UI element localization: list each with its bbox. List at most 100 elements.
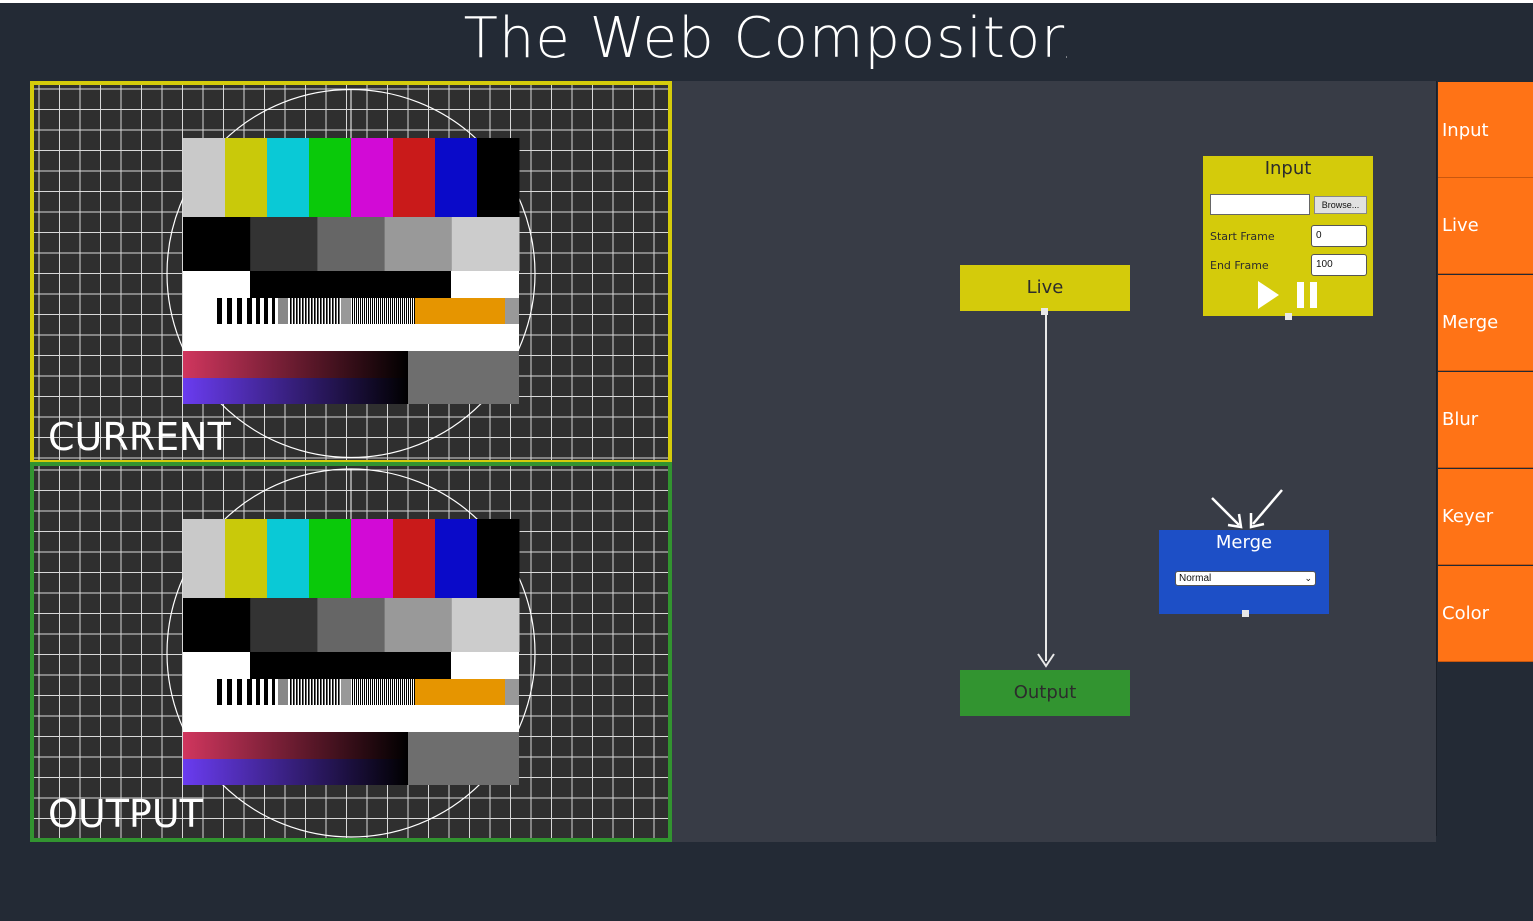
frequency-bar	[247, 679, 252, 705]
frequency-bar-finest	[378, 679, 379, 705]
color-bar	[435, 138, 478, 217]
gray-step	[384, 217, 453, 271]
frequency-bar-fine	[308, 679, 310, 705]
frequency-bar-finest	[398, 679, 399, 705]
frequency-bar-fine	[314, 298, 316, 324]
frequency-bar	[217, 679, 222, 705]
frequency-bar-finest	[360, 298, 361, 324]
sidebar-item-merge[interactable]: Merge	[1438, 275, 1533, 371]
color-bar	[183, 519, 226, 598]
sidebar-item-label: Input	[1442, 120, 1489, 141]
frequency-bar-finest	[406, 298, 407, 324]
frequency-bar	[256, 679, 260, 705]
gray-step	[451, 217, 520, 271]
frequency-bar-finest	[400, 679, 401, 705]
black-inset	[250, 652, 451, 679]
frequency-bar	[237, 679, 242, 705]
frequency-bar-fine	[320, 298, 322, 324]
frequency-bar-finest	[400, 298, 401, 324]
play-icon[interactable]	[1258, 281, 1279, 309]
sidebar-item-blur[interactable]: Blur	[1438, 372, 1533, 468]
output-node[interactable]: Output	[960, 670, 1130, 716]
blend-mode-select[interactable]: Normal ⌄	[1175, 571, 1316, 586]
color-bar	[351, 138, 394, 217]
live-output-port[interactable]	[1041, 308, 1048, 315]
frequency-bar-fine	[326, 679, 328, 705]
frequency-bar-fine	[320, 679, 322, 705]
sidebar-item-color[interactable]: Color	[1438, 566, 1533, 662]
frequency-bar-fine	[332, 679, 334, 705]
input-node[interactable]: Input Browse... Start Frame 0 End Frame …	[1203, 156, 1373, 320]
sidebar-item-keyer[interactable]: Keyer	[1438, 469, 1533, 565]
pause-icon[interactable]	[1297, 282, 1319, 308]
end-frame-input[interactable]: 100	[1311, 254, 1367, 276]
frequency-bar	[256, 298, 260, 324]
frequency-bar-fine	[335, 679, 337, 705]
frequency-bar-finest	[390, 298, 391, 324]
color-bar	[225, 138, 268, 217]
gray-block	[408, 732, 519, 785]
frequency-bar-fine	[305, 679, 307, 705]
frequency-bar-finest	[392, 679, 393, 705]
frequency-bar-fine	[311, 298, 313, 324]
color-bar	[393, 138, 436, 217]
frequency-bar-fine	[326, 298, 328, 324]
frequency-bar-finest	[374, 679, 375, 705]
sidebar-item-label: Blur	[1442, 409, 1479, 430]
frequency-bar-finest	[372, 679, 373, 705]
frequency-bar-finest	[404, 298, 405, 324]
frequency-bar-finest	[396, 298, 397, 324]
frequency-bar	[217, 298, 222, 324]
frequency-bar-finest	[408, 679, 409, 705]
frequency-bar-finest	[362, 679, 363, 705]
frequency-bar-finest	[376, 298, 377, 324]
frequency-bar-fine	[296, 298, 298, 324]
sidebar-item-live[interactable]: Live	[1438, 178, 1533, 274]
blue-gradient	[183, 378, 408, 404]
color-bar	[477, 138, 520, 217]
frequency-bar-finest	[366, 679, 367, 705]
frequency-bar-finest	[384, 298, 385, 324]
frequency-gray	[278, 679, 288, 705]
frequency-bar-finest	[360, 679, 361, 705]
frequency-bar	[272, 298, 275, 324]
input-output-port[interactable]	[1285, 313, 1292, 320]
browse-button[interactable]: Browse...	[1314, 196, 1367, 214]
sidebar-item-input[interactable]: Input	[1438, 82, 1533, 178]
frequency-bar-finest	[370, 679, 371, 705]
frequency-bar-finest	[358, 679, 359, 705]
output-viewer: OUTPUT	[30, 462, 672, 842]
frequency-bar-finest	[384, 679, 385, 705]
frequency-bar-finest	[356, 298, 357, 324]
frequency-bar-finest	[388, 679, 389, 705]
frequency-bar-fine	[332, 298, 334, 324]
orange-bar	[415, 679, 505, 705]
node-graph-canvas[interactable]: Live Output Input Browse... Start Frame …	[672, 81, 1436, 842]
frequency-bar-finest	[368, 679, 369, 705]
color-bar	[267, 519, 310, 598]
merge-output-port[interactable]	[1242, 610, 1249, 617]
frequency-bar	[247, 298, 252, 324]
color-bar	[435, 519, 478, 598]
file-path-field[interactable]	[1210, 194, 1310, 215]
frequency-bar-finest	[382, 298, 383, 324]
frequency-bar-finest	[386, 298, 387, 324]
frequency-bar-finest	[382, 679, 383, 705]
gray-step	[317, 598, 386, 652]
current-test-pattern	[34, 85, 668, 460]
color-bar	[225, 519, 268, 598]
frequency-bar-finest	[378, 298, 379, 324]
frequency-bar-finest	[374, 298, 375, 324]
frequency-bar-fine	[299, 298, 301, 324]
frequency-bar-fine	[329, 298, 331, 324]
sidebar-item-label: Merge	[1442, 312, 1499, 333]
gray-step	[250, 217, 318, 271]
live-node[interactable]: Live	[960, 265, 1130, 315]
start-frame-label: Start Frame	[1210, 230, 1275, 243]
merge-node[interactable]: Merge Normal ⌄	[1159, 530, 1329, 617]
frequency-bar-fine	[311, 679, 313, 705]
frequency-bar-finest	[370, 298, 371, 324]
gray-block	[408, 351, 519, 404]
frequency-bar-fine	[323, 679, 325, 705]
start-frame-input[interactable]: 0	[1311, 225, 1367, 247]
